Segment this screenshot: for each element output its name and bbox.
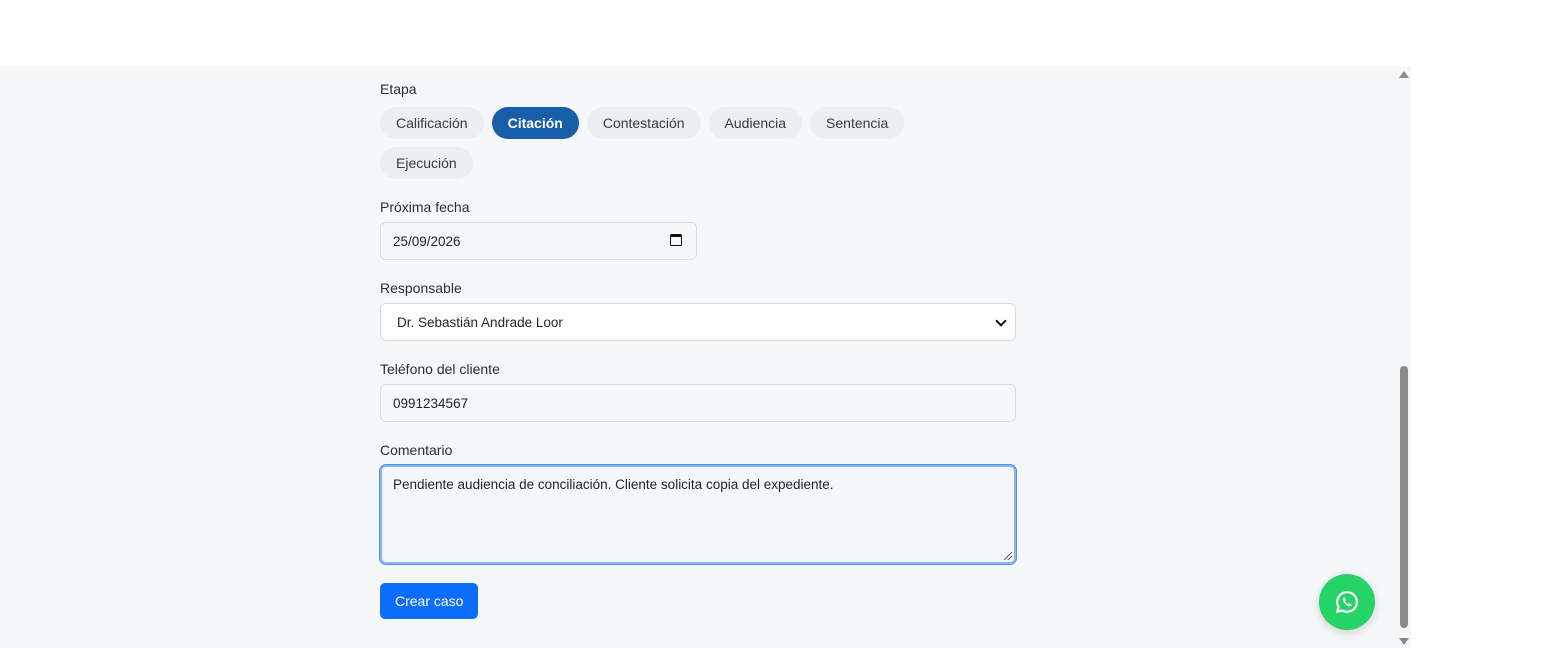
client-phone-input[interactable]: 0991234567 xyxy=(380,384,1016,422)
whatsapp-button[interactable] xyxy=(1319,574,1375,630)
stage-chip-sentencia[interactable]: Sentencia xyxy=(810,107,905,139)
create-case-button[interactable]: Crear caso xyxy=(380,583,479,619)
next-date-label: Próxima fecha xyxy=(380,199,470,215)
scroll-thumb[interactable] xyxy=(1400,366,1408,628)
stage-chip-audiencia[interactable]: Audiencia xyxy=(708,107,803,139)
stage-label: Etapa xyxy=(380,81,417,97)
stage-chip-citacion[interactable]: Citación xyxy=(491,107,579,139)
case-form: Etapa Calificación Citación Contestación… xyxy=(380,80,1016,619)
scroll-up-icon[interactable] xyxy=(1399,71,1409,78)
chevron-down-icon xyxy=(995,315,1007,327)
client-phone-label: Teléfono del cliente xyxy=(380,361,500,377)
whatsapp-icon xyxy=(1336,591,1358,613)
page-content: Etapa Calificación Citación Contestación… xyxy=(0,66,1411,648)
stage-chip-group: Calificación Citación Contestación Audie… xyxy=(380,107,940,179)
resize-handle-icon[interactable] xyxy=(1004,552,1012,560)
stage-chip-ejecucion[interactable]: Ejecución xyxy=(380,147,473,179)
responsible-select[interactable]: Dr. Sebastián Andrade Loor xyxy=(380,303,1016,341)
comment-label: Comentario xyxy=(380,442,453,458)
next-date-value: 25/09/2026 xyxy=(393,233,461,249)
scroll-down-icon[interactable] xyxy=(1399,638,1409,645)
next-date-input[interactable]: 25/09/2026 xyxy=(380,222,697,260)
responsible-label: Responsable xyxy=(380,280,462,296)
calendar-icon[interactable] xyxy=(670,234,682,246)
page-scrollbar[interactable] xyxy=(1397,66,1411,648)
stage-chip-contestacion[interactable]: Contestación xyxy=(586,107,701,139)
comment-textarea[interactable]: Pendiente audiencia de conciliación. Cli… xyxy=(380,465,1016,564)
stage-chip-calificacion[interactable]: Calificación xyxy=(380,107,484,139)
comment-value: Pendiente audiencia de conciliación. Cli… xyxy=(393,477,834,492)
responsible-value: Dr. Sebastián Andrade Loor xyxy=(397,314,563,330)
client-phone-value: 0991234567 xyxy=(393,395,469,411)
